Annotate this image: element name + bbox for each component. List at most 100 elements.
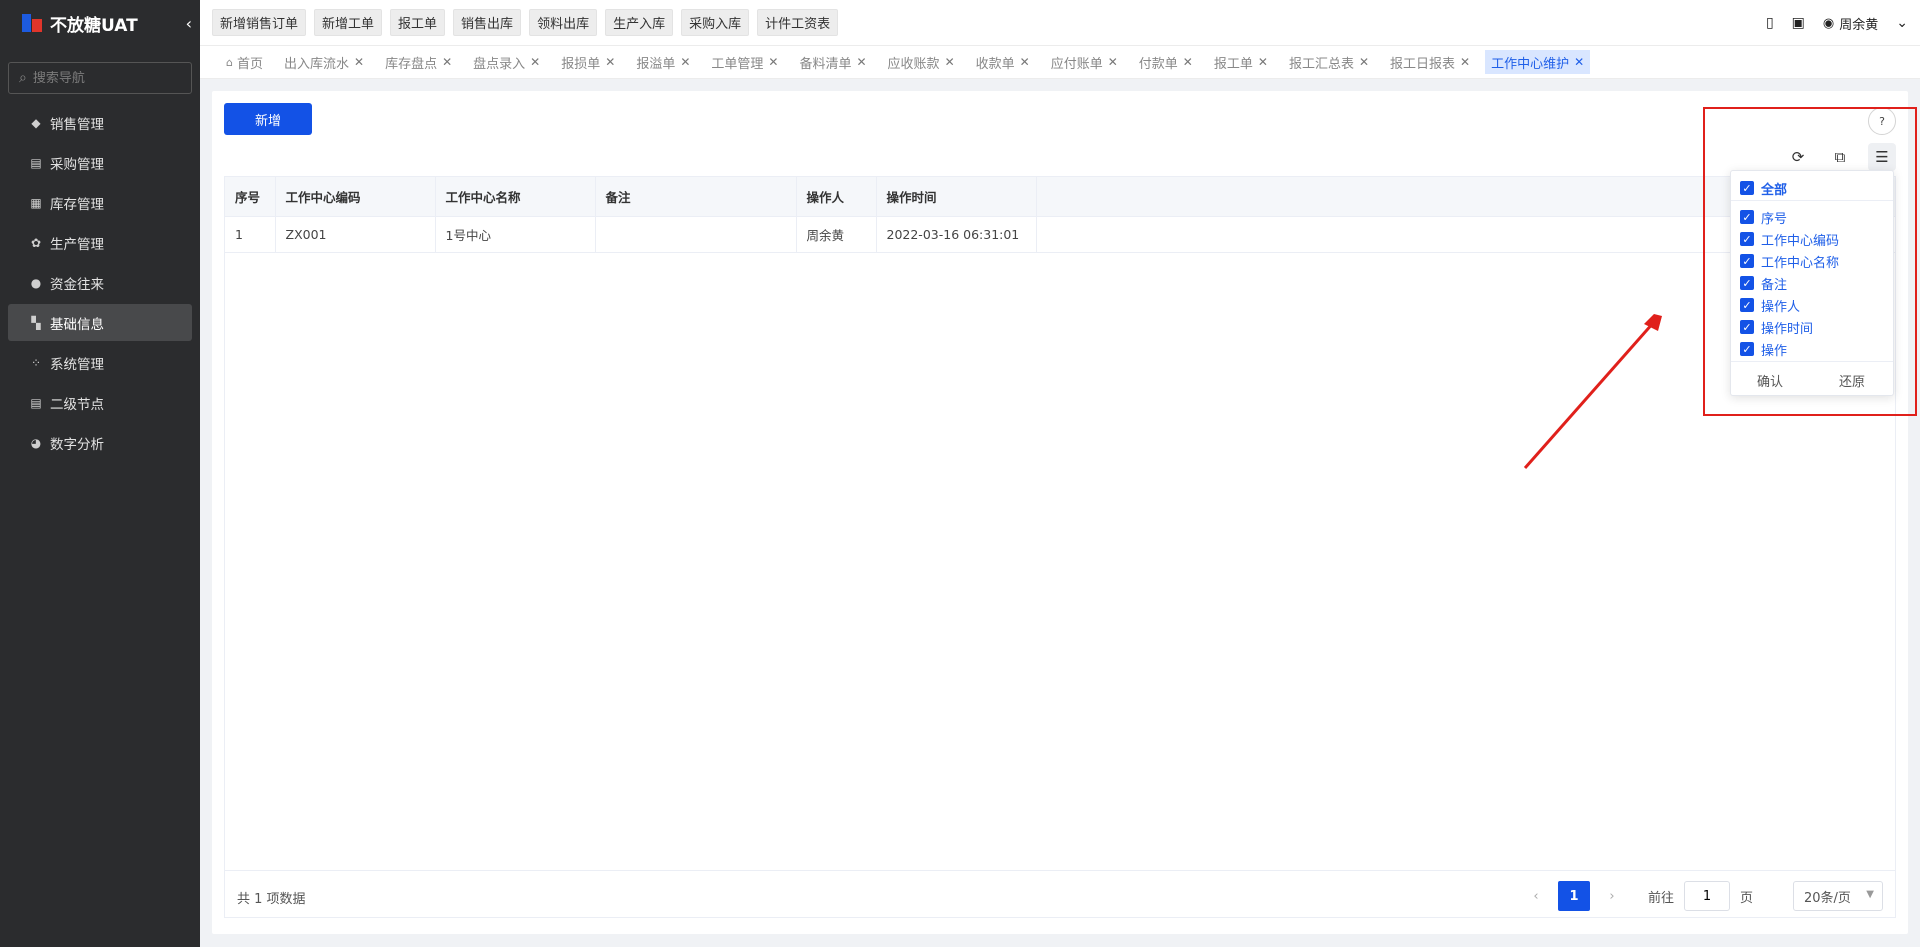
user-avatar-icon: ◉: [1822, 15, 1835, 31]
close-icon[interactable]: ✕: [1183, 55, 1193, 69]
data-table: 序号 工作中心编码 工作中心名称 备注 操作人 操作时间 1 ZX001 1号中…: [224, 176, 1896, 918]
page-size-value: 20条/页: [1804, 890, 1851, 906]
tab-receivables[interactable]: 应收账款 ✕: [882, 50, 961, 74]
sidebar-item-secondary-node[interactable]: ▤ 二级节点: [8, 384, 192, 421]
collapse-sidebar-icon[interactable]: ‹: [186, 14, 192, 33]
col-header-operator[interactable]: 操作人: [796, 177, 877, 217]
sidebar-item-label: 销售管理: [50, 116, 104, 133]
sidebar-item-funds[interactable]: ● 资金往来: [8, 264, 192, 301]
screen-icon[interactable]: ▣: [1792, 15, 1805, 31]
close-icon[interactable]: ✕: [1020, 55, 1030, 69]
mobile-icon[interactable]: ▯: [1766, 15, 1774, 31]
tab-home[interactable]: ⌂ 首页: [220, 50, 269, 74]
main-content: 新增 ? ⟳ ⧉ ☰ 序号 工作中心编码 工作中心名称 备注 操作人 操作时间 …: [212, 91, 1908, 934]
col-header-index[interactable]: 序号: [225, 177, 276, 217]
sidebar-item-purchase[interactable]: ▤ 采购管理: [8, 144, 192, 181]
tab-stock-count[interactable]: 库存盘点 ✕: [379, 50, 458, 74]
document-icon: ▤: [30, 395, 42, 410]
close-icon[interactable]: ✕: [1359, 55, 1369, 69]
cell-code: ZX001: [275, 216, 436, 253]
sidebar-item-production[interactable]: ✿ 生产管理: [8, 224, 192, 261]
sidebar-item-label: 系统管理: [50, 356, 104, 373]
home-icon: ⌂: [226, 55, 233, 69]
quick-production-inbound-button[interactable]: 生产入库: [605, 9, 674, 36]
total-count: 共 1 项数据: [237, 892, 306, 907]
tab-work-report[interactable]: 报工单 ✕: [1208, 50, 1274, 74]
page-size-select[interactable]: 20条/页 ▼: [1793, 881, 1883, 911]
tab-label: 出入库流水: [284, 56, 350, 72]
quick-sales-outbound-button[interactable]: 销售出库: [453, 9, 522, 36]
quick-new-work-order-button[interactable]: 新增工单: [314, 9, 383, 36]
close-icon[interactable]: ✕: [530, 55, 540, 69]
nav-search[interactable]: ⌕: [8, 62, 192, 94]
user-area: ▯ ▣ ◉ 周余黄 ⌄: [1766, 0, 1908, 46]
tab-bar: ⌂ 首页 出入库流水 ✕ 库存盘点 ✕ 盘点录入 ✕ 报损单 ✕ 报溢单 ✕ 工单管理 ✕ 备…: [200, 46, 1920, 79]
close-icon[interactable]: ✕: [442, 55, 452, 69]
tab-stock-flow[interactable]: 出入库流水 ✕: [278, 50, 370, 74]
quick-purchase-inbound-button[interactable]: 采购入库: [681, 9, 750, 36]
sidebar-item-system[interactable]: ⁘ 系统管理: [8, 344, 192, 381]
tab-label: 报工汇总表: [1288, 56, 1354, 72]
quick-work-report-button[interactable]: 报工单: [390, 9, 446, 36]
tab-work-order-mgmt[interactable]: 工单管理 ✕: [705, 50, 784, 74]
tab-label: 库存盘点: [385, 56, 438, 72]
tab-label: 工作中心维护: [1491, 56, 1570, 72]
nav-search-input[interactable]: [32, 70, 173, 86]
chevron-down-icon[interactable]: ⌄: [1896, 15, 1908, 31]
sidebar-item-inventory[interactable]: ▦ 库存管理: [8, 184, 192, 221]
col-header-name[interactable]: 工作中心名称: [435, 177, 596, 217]
page-suffix: 页: [1739, 890, 1753, 906]
sidebar-item-basic-info[interactable]: ▚ 基础信息: [8, 304, 192, 341]
tab-label: 工单管理: [711, 56, 764, 72]
table-footer: 共 1 项数据 ‹ 1 › 前往 页 20条/页 ▼: [225, 870, 1895, 918]
quick-material-outbound-button[interactable]: 领料出库: [529, 9, 598, 36]
quick-actions: 新增销售订单 新增工单 报工单 销售出库 领料出库 生产入库 采购入库 计件工资…: [212, 9, 846, 36]
close-icon[interactable]: ✕: [768, 55, 778, 69]
add-button[interactable]: 新增: [224, 103, 312, 135]
tab-receipt[interactable]: 收款单 ✕: [970, 50, 1036, 74]
tab-overflow-report[interactable]: 报溢单 ✕: [630, 50, 696, 74]
close-icon[interactable]: ✕: [945, 55, 955, 69]
close-icon[interactable]: ✕: [856, 55, 866, 69]
user-name: 周余黄: [1839, 17, 1879, 33]
quick-new-sales-order-button[interactable]: 新增销售订单: [212, 9, 307, 36]
col-header-time[interactable]: 操作时间: [876, 177, 1037, 217]
cell-name: 1号中心: [435, 216, 596, 253]
close-icon[interactable]: ✕: [1258, 55, 1268, 69]
tab-work-report-summary[interactable]: 报工汇总表 ✕: [1283, 50, 1375, 74]
tab-payables[interactable]: 应付账单 ✕: [1045, 50, 1124, 74]
close-icon[interactable]: ✕: [680, 55, 690, 69]
table-header-row: 序号 工作中心编码 工作中心名称 备注 操作人 操作时间: [225, 177, 1895, 217]
sidebar-item-sales[interactable]: ◆ 销售管理: [8, 104, 192, 141]
col-header-remark[interactable]: 备注: [595, 177, 797, 217]
tab-work-center-maintenance[interactable]: 工作中心维护 ✕: [1485, 50, 1591, 74]
brand-name: 不放糖UAT: [50, 15, 138, 36]
pagination: ‹ 1 › 前往 页 20条/页 ▼: [1524, 881, 1883, 911]
tab-loss-report[interactable]: 报损单 ✕: [555, 50, 621, 74]
tab-bom[interactable]: 备料清单 ✕: [793, 50, 872, 74]
close-icon[interactable]: ✕: [354, 55, 364, 69]
goto-page-input[interactable]: [1683, 881, 1730, 911]
quick-piece-wage-button[interactable]: 计件工资表: [757, 9, 839, 36]
tab-label: 首页: [236, 56, 263, 72]
close-icon[interactable]: ✕: [1108, 55, 1118, 69]
close-icon[interactable]: ✕: [1574, 55, 1584, 69]
cell-time: 2022-03-16 06:31:01: [876, 216, 1037, 253]
tab-label: 付款单: [1138, 56, 1178, 72]
close-icon[interactable]: ✕: [1460, 55, 1470, 69]
prev-page-icon[interactable]: ‹: [1524, 889, 1548, 904]
page-number[interactable]: 1: [1557, 881, 1590, 911]
sidebar-item-label: 二级节点: [50, 396, 104, 413]
tab-label: 报损单: [561, 56, 601, 72]
tab-count-entry[interactable]: 盘点录入 ✕: [467, 50, 546, 74]
next-page-icon[interactable]: ›: [1600, 889, 1624, 904]
user-menu[interactable]: ◉ 周余黄: [1823, 14, 1878, 33]
table-row[interactable]: 1 ZX001 1号中心 周余黄 2022-03-16 06:31:01: [225, 216, 1895, 253]
sidebar-item-label: 数字分析: [50, 436, 104, 453]
col-header-code[interactable]: 工作中心编码: [275, 177, 436, 217]
sidebar-item-analytics[interactable]: ◕ 数字分析: [8, 424, 192, 461]
close-icon[interactable]: ✕: [605, 55, 615, 69]
tab-payment[interactable]: 付款单 ✕: [1133, 50, 1199, 74]
tab-work-report-daily[interactable]: 报工日报表 ✕: [1384, 50, 1476, 74]
cell-index: 1: [225, 216, 276, 253]
